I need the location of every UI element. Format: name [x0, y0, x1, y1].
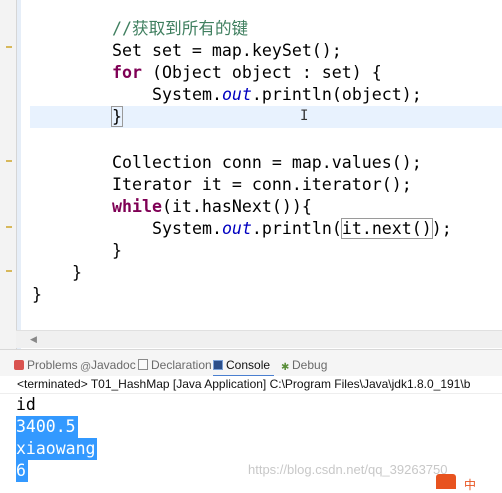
- println-call: .println(object);: [251, 85, 422, 104]
- console-status-line: <terminated> T01_HashMap [Java Applicati…: [0, 376, 502, 394]
- system-ref: System.: [152, 219, 222, 238]
- javadoc-icon: @: [80, 361, 92, 373]
- tab-debug[interactable]: ✱ Debug: [281, 356, 327, 374]
- code-editor[interactable]: //获取到所有的键 Set set = map.keySet(); for (O…: [0, 0, 502, 349]
- for-header: (Object object : set) {: [141, 63, 382, 82]
- system-ref: System.: [152, 85, 222, 104]
- tab-label: Javadoc: [91, 358, 136, 372]
- tab-label: Problems: [27, 358, 78, 372]
- debug-icon: ✱: [281, 362, 290, 373]
- watermark-text: https://blog.csdn.net/qq_39263750_: [248, 462, 455, 477]
- gutter-marker: [6, 42, 12, 48]
- code-line-close-for: }: [111, 106, 123, 128]
- console-line-selected: 3400.5: [16, 416, 78, 438]
- code-line-println-object: System.out.println(object);: [152, 84, 422, 106]
- code-line-close-class: }: [32, 285, 42, 304]
- matched-argument: it.next(): [340, 218, 433, 239]
- text-cursor-icon: I: [300, 108, 309, 124]
- code-line-iterator: Iterator it = conn.iterator();: [112, 175, 412, 194]
- declaration-icon: [138, 359, 148, 370]
- problems-icon: [14, 360, 24, 370]
- csdn-logo-icon: [436, 474, 456, 489]
- tab-javadoc[interactable]: @Javadoc: [80, 356, 136, 374]
- field-out: out: [221, 219, 252, 238]
- code-line-close-method: }: [72, 263, 82, 282]
- gutter-marker: [6, 156, 12, 162]
- field-out: out: [221, 85, 252, 104]
- code-line-collection: Collection conn = map.values();: [112, 153, 422, 172]
- code-line-close-while: }: [112, 241, 122, 260]
- tab-label: Declaration: [151, 358, 212, 372]
- keyword-while: while: [112, 197, 162, 216]
- gutter-marker: [6, 222, 12, 228]
- editor-gutter: [0, 0, 17, 349]
- console-line: id: [16, 395, 36, 414]
- tab-label: Console: [226, 358, 271, 372]
- code-line-println-next: System.out.println(it.next());: [152, 218, 452, 240]
- tab-console[interactable]: Console: [213, 356, 275, 377]
- current-line-highlight: [30, 106, 502, 128]
- println-close: );: [431, 219, 452, 238]
- matched-bracket: }: [111, 106, 123, 127]
- console-status-text: <terminated> T01_HashMap [Java Applicati…: [17, 377, 471, 391]
- println-call: .println(: [251, 219, 342, 238]
- tab-declaration[interactable]: Declaration: [138, 356, 212, 374]
- console-line-selected: 6: [16, 460, 28, 482]
- code-comment: //获取到所有的键: [112, 19, 249, 38]
- gutter-marker: [6, 266, 12, 272]
- console-icon: [213, 360, 223, 370]
- tab-label: Debug: [292, 358, 328, 372]
- keyword-for: for: [112, 63, 142, 82]
- view-tab-bar: Problems @Javadoc Declaration Console ✱ D…: [0, 349, 502, 377]
- console-line-selected: xiaowang: [16, 438, 98, 460]
- ime-indicator: 中: [464, 478, 477, 492]
- code-line-for: for (Object object : set) {: [112, 62, 382, 84]
- while-condition: (it.hasNext()){: [161, 197, 312, 216]
- horizontal-scrollbar[interactable]: ◀: [16, 330, 502, 348]
- ruler-stripe: [17, 0, 21, 349]
- scroll-left-icon[interactable]: ◀: [30, 334, 37, 345]
- tab-problems[interactable]: Problems: [14, 356, 78, 374]
- code-line-while: while(it.hasNext()){: [112, 196, 312, 218]
- code-line-keyset: Set set = map.keySet();: [112, 41, 342, 60]
